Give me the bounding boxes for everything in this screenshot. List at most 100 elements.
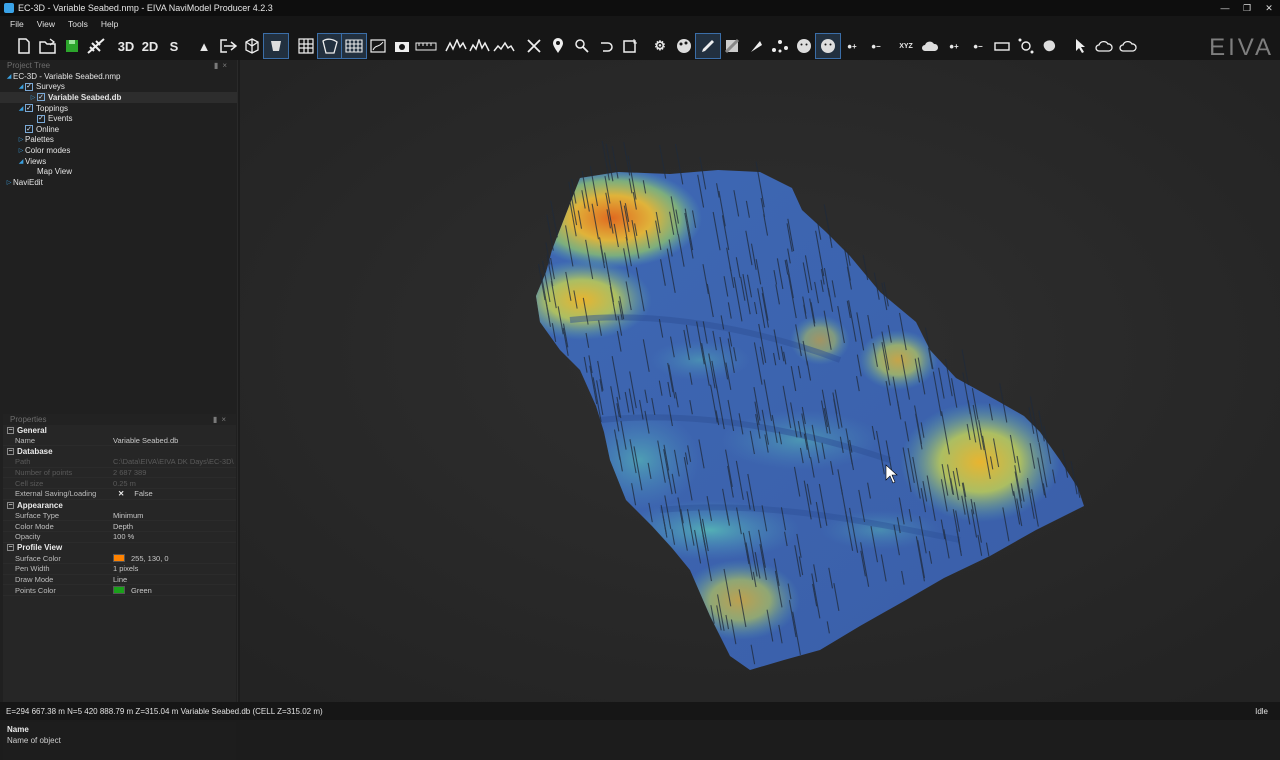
- property-value[interactable]: Minimum: [113, 511, 236, 520]
- profile-icon[interactable]: [444, 34, 468, 58]
- checkbox[interactable]: ✓: [37, 93, 45, 102]
- property-value[interactable]: Depth: [113, 522, 236, 531]
- expand-down-icon[interactable]: ◢: [5, 73, 13, 80]
- menu-tools[interactable]: Tools: [68, 19, 88, 29]
- property-value[interactable]: 100 %: [113, 532, 236, 541]
- nodes-icon[interactable]: [1014, 34, 1038, 58]
- point-a-icon[interactable]: • +: [942, 34, 966, 58]
- face-icon[interactable]: [792, 34, 816, 58]
- tree-item[interactable]: ▷ ✓ Variable Seabed.db: [0, 92, 237, 103]
- north-arrow-icon[interactable]: ▲: [192, 34, 216, 58]
- profile3-icon[interactable]: [492, 34, 516, 58]
- gear-icon[interactable]: ⚙: [648, 34, 672, 58]
- point-remove-icon[interactable]: • −: [864, 34, 888, 58]
- tree-item[interactable]: ◢ EC-3D - Variable Seabed.nmp: [0, 71, 237, 82]
- property-value[interactable]: C:\Data\EIVA\EIVA DK Days\EC-3D\: [113, 457, 236, 466]
- tools-icon[interactable]: [522, 34, 546, 58]
- s-view-button[interactable]: S: [162, 34, 186, 58]
- tree-item[interactable]: ◢ Views: [0, 156, 237, 167]
- tree-item[interactable]: ▷ Palettes: [0, 135, 237, 146]
- property-row[interactable]: Number of points 2 687 389: [3, 468, 236, 479]
- tree-item[interactable]: Map View: [0, 166, 237, 177]
- edit-icon[interactable]: [695, 33, 721, 59]
- property-row[interactable]: Cell size 0.25 m: [3, 478, 236, 490]
- property-row[interactable]: Surface Type Minimum: [3, 511, 236, 522]
- 3d-viewport[interactable]: [240, 60, 1280, 702]
- point-b-icon[interactable]: • −: [966, 34, 990, 58]
- tree-item[interactable]: ✓ Events: [0, 113, 237, 124]
- menu-view[interactable]: View: [37, 19, 55, 29]
- camera-icon[interactable]: [390, 34, 414, 58]
- undo-icon[interactable]: [594, 34, 618, 58]
- face2-icon[interactable]: [815, 33, 841, 59]
- panel-controls[interactable]: ▮×: [214, 61, 231, 70]
- collapse-icon[interactable]: −: [7, 448, 14, 456]
- satellite-icon[interactable]: [84, 34, 108, 58]
- upload-icon[interactable]: [1092, 34, 1116, 58]
- new-project-icon[interactable]: [12, 34, 36, 58]
- property-row[interactable]: Pen Width 1 pixels: [3, 564, 236, 575]
- measure-icon[interactable]: [414, 34, 438, 58]
- property-row[interactable]: Points Color Green: [3, 585, 236, 596]
- property-value[interactable]: ✕ False: [113, 489, 236, 498]
- property-row[interactable]: Draw Mode Line: [3, 575, 236, 586]
- properties-panel-controls[interactable]: ▮×: [213, 415, 230, 424]
- mesh-icon[interactable]: [341, 33, 367, 59]
- expand-down-icon[interactable]: ◢: [17, 158, 25, 165]
- expand-down-icon[interactable]: ◢: [17, 83, 25, 90]
- tree-item[interactable]: ◢ ✓ Toppings: [0, 103, 237, 114]
- checkbox[interactable]: ✓: [25, 82, 33, 91]
- blob-icon[interactable]: [1038, 34, 1062, 58]
- property-category[interactable]: − Appearance: [3, 499, 236, 511]
- tree-item[interactable]: ✓ Online: [0, 124, 237, 135]
- tree-item[interactable]: ▷ NaviEdit: [0, 177, 237, 188]
- maximize-button[interactable]: ❐: [1236, 0, 1258, 16]
- import-icon[interactable]: [216, 34, 240, 58]
- checkbox[interactable]: ✓: [37, 114, 45, 123]
- expand-right-icon[interactable]: ▷: [17, 136, 25, 143]
- color-swatch[interactable]: [113, 554, 125, 563]
- property-value[interactable]: 0.25 m: [113, 479, 236, 488]
- cursor-icon[interactable]: [1068, 34, 1092, 58]
- property-value[interactable]: 255, 130, 0: [113, 554, 236, 563]
- car-icon[interactable]: [990, 34, 1014, 58]
- property-value[interactable]: Line: [113, 575, 236, 584]
- xyz-icon[interactable]: XYZ: [894, 34, 918, 58]
- open-icon[interactable]: [36, 34, 60, 58]
- cloud-out-icon[interactable]: [1116, 34, 1140, 58]
- close-button[interactable]: ✕: [1258, 0, 1280, 16]
- property-value[interactable]: Green: [113, 586, 236, 595]
- expand-right-icon[interactable]: ▷: [29, 94, 37, 101]
- color-swatch[interactable]: [113, 586, 125, 595]
- minimize-button[interactable]: —: [1214, 0, 1236, 16]
- points-icon[interactable]: [768, 34, 792, 58]
- contour-icon[interactable]: [366, 34, 390, 58]
- collapse-icon[interactable]: −: [7, 501, 14, 509]
- false-x-icon[interactable]: ✕: [118, 489, 124, 498]
- property-row[interactable]: Surface Color 255, 130, 0: [3, 553, 236, 564]
- profile2-icon[interactable]: [468, 34, 492, 58]
- property-row[interactable]: Path C:\Data\EIVA\EIVA DK Days\EC-3D\: [3, 457, 236, 468]
- property-row[interactable]: Opacity 100 %: [3, 532, 236, 543]
- property-category[interactable]: − General: [3, 425, 236, 436]
- tree-item[interactable]: ◢ ✓ Surveys: [0, 82, 237, 93]
- menu-file[interactable]: File: [10, 19, 24, 29]
- cloud-icon[interactable]: [918, 34, 942, 58]
- property-value[interactable]: 2 687 389: [113, 468, 236, 477]
- flag-icon[interactable]: [744, 34, 768, 58]
- property-category[interactable]: − Profile View: [3, 542, 236, 554]
- pin-icon[interactable]: [546, 34, 570, 58]
- select-area-icon[interactable]: [317, 33, 343, 59]
- expand-right-icon[interactable]: ▷: [5, 179, 13, 186]
- property-row[interactable]: Name Variable Seabed.db: [3, 436, 236, 447]
- shade-icon[interactable]: [263, 33, 289, 59]
- property-value[interactable]: Variable Seabed.db: [113, 436, 236, 445]
- grid-icon[interactable]: [294, 34, 318, 58]
- 2d-view-button[interactable]: 2D: [138, 34, 162, 58]
- tree-item[interactable]: ▷ Color modes: [0, 145, 237, 156]
- expand-down-icon[interactable]: ◢: [17, 105, 25, 112]
- palette-icon[interactable]: [672, 34, 696, 58]
- route-icon[interactable]: [570, 34, 594, 58]
- collapse-icon[interactable]: −: [7, 544, 14, 552]
- checkbox[interactable]: ✓: [25, 125, 33, 134]
